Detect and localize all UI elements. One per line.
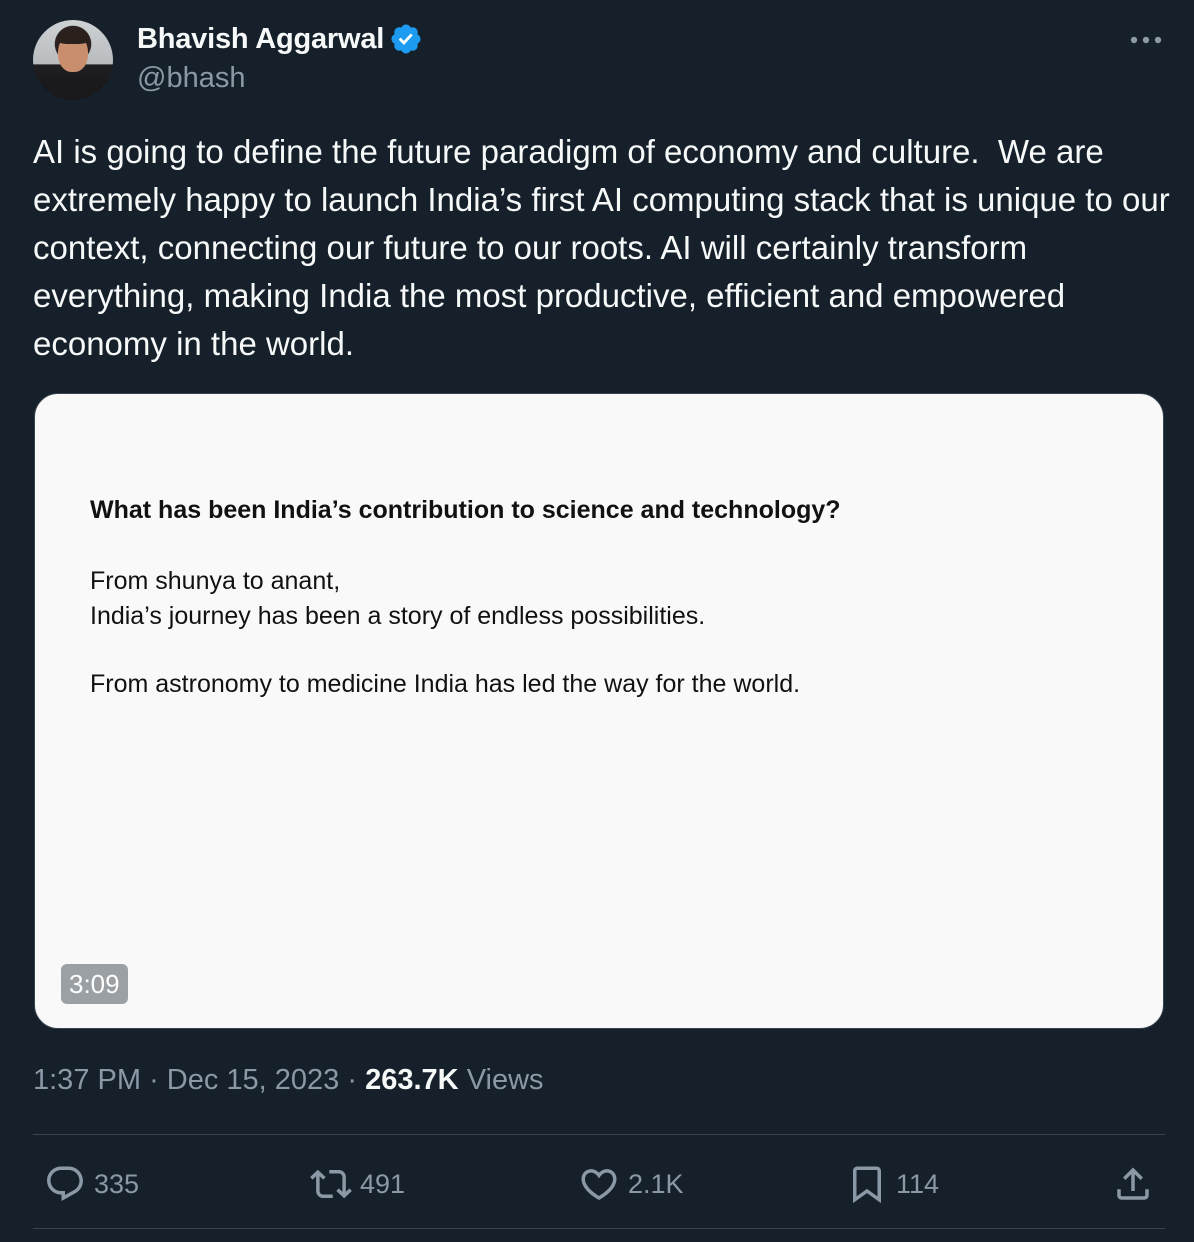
author-handle[interactable]: @bhash — [137, 62, 245, 95]
avatar[interactable] — [33, 20, 113, 100]
video-paragraph-2: From astronomy to medicine India has led… — [90, 670, 801, 698]
divider-bottom — [33, 1228, 1165, 1229]
tweet-text: AI is going to define the future paradig… — [33, 133, 1179, 362]
tweet-date[interactable]: Dec 15, 2023 — [167, 1064, 340, 1096]
tweet-time[interactable]: 1:37 PM — [33, 1064, 141, 1096]
bookmark-button[interactable]: 114 — [846, 1160, 939, 1208]
share-icon — [1117, 1167, 1149, 1200]
avatar-shirt — [47, 76, 99, 100]
bookmark-icon — [853, 1166, 881, 1204]
meta-separator: · — [347, 1064, 358, 1096]
repost-icon — [310, 1169, 352, 1199]
tweet: Bhavish Aggarwal @bhash AI is going to d… — [0, 0, 1194, 1242]
reply-icon — [47, 1166, 83, 1201]
views-count[interactable]: 263.7K — [365, 1064, 459, 1096]
more-options-button[interactable] — [1128, 26, 1164, 54]
author-name[interactable]: Bhavish Aggarwal — [137, 23, 384, 56]
reply-button[interactable]: 335 — [44, 1160, 139, 1208]
video-media[interactable]: What has been India’s contribution to sc… — [34, 393, 1164, 1029]
repost-button[interactable]: 491 — [310, 1160, 405, 1208]
more-horizontal-icon — [1130, 36, 1162, 44]
video-duration-badge: 3:09 — [61, 964, 128, 1004]
bookmark-count: 114 — [896, 1168, 940, 1199]
reply-count: 335 — [94, 1168, 140, 1199]
divider-top — [33, 1134, 1165, 1135]
heart-icon — [581, 1169, 617, 1201]
like-button[interactable]: 2.1K — [578, 1160, 684, 1208]
tweet-meta: 1:37 PM · Dec 15, 2023 · 263.7K Views — [33, 1064, 544, 1097]
video-paragraph-1: From shunya to anant, India’s journey ha… — [90, 567, 706, 630]
repost-count: 491 — [360, 1168, 406, 1199]
verified-badge-icon — [391, 24, 421, 54]
author-name-row: Bhavish Aggarwal — [137, 22, 423, 56]
avatar-hair — [57, 30, 89, 44]
share-button[interactable] — [1112, 1160, 1162, 1208]
like-count: 2.1K — [628, 1168, 684, 1199]
views-label: Views — [466, 1064, 544, 1096]
meta-separator: · — [149, 1064, 159, 1096]
video-question-text: What has been India’s contribution to sc… — [90, 496, 841, 524]
